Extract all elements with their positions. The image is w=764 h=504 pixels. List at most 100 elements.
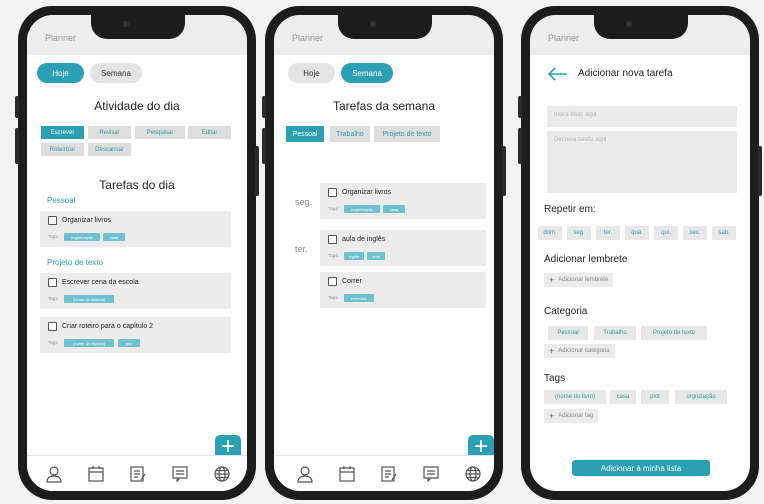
add-category-label: Adicionar categoria [558,348,610,354]
tab-trabalho[interactable]: Trabalho [330,126,370,142]
profile-icon[interactable] [296,465,314,483]
add-to-list-button[interactable]: Adicionar à minha lista [572,460,710,476]
tag: aula [367,252,385,260]
task-title: Correr [342,278,362,285]
task-checkbox[interactable] [48,216,57,225]
category-chip[interactable]: Pessoal [548,326,588,340]
reminder-label: Adicionar lembrete [544,254,628,265]
tag-chip[interactable]: orgnização [675,390,727,404]
activity-chip[interactable]: Editar [188,126,231,139]
side-button [518,128,522,164]
tags-label: Tags: [48,296,59,301]
activity-chip[interactable]: Revisar [88,126,131,139]
side-button [518,96,522,118]
tag: (nome da historia) [64,295,114,303]
side-button [262,96,266,118]
bottom-nav [27,455,247,491]
camera [370,21,376,27]
app-label: Planner [548,33,580,43]
add-tag-button[interactable]: + Adicionar tag [544,409,599,423]
camera [123,21,129,27]
task-checkbox[interactable] [328,188,337,197]
section-projeto: Projeto de texto [47,258,104,267]
category-chip[interactable]: Projeto de texto [641,326,707,340]
app-label: Planner [292,33,324,43]
day-chip[interactable]: qua. [625,226,649,240]
tab-hoje[interactable]: Hoje [37,63,84,83]
tag: inglês [344,252,364,260]
title-input[interactable]: Insira título aqui [547,106,737,127]
task-card[interactable]: Organizar livros Tags: organização casa [40,211,231,247]
bottom-nav [274,455,494,491]
screen: Planner Adicionar nova tarefa Insira tít… [530,15,750,491]
back-arrow-icon[interactable] [547,67,568,81]
add-reminder-label: Adicionar lembrete [558,277,609,283]
side-button [255,146,259,196]
add-tag-label: Adicionar tag [558,413,594,419]
tag: exercício [344,294,374,302]
tasks-title: Tarefas do dia [99,178,175,192]
tab-pessoal[interactable]: Pessoal [286,126,324,142]
tab-semana[interactable]: Semana [90,63,142,83]
profile-icon[interactable] [45,465,63,483]
task-checkbox[interactable] [328,235,337,244]
status-bar: Planner [530,15,750,55]
activity-chip[interactable]: Descansar [88,143,131,156]
section-pessoal: Pessoal [47,196,76,205]
category-label: Categoria [544,306,588,317]
tag-chip[interactable]: (nome do livro) [544,390,606,404]
plus-icon: + [549,346,555,356]
activity-chip[interactable]: Roteirizar [41,143,84,156]
tag: (nome da historia) [64,339,114,347]
tag-chip[interactable]: plot [641,390,669,404]
notes-icon[interactable] [380,465,398,483]
task-title: aula de inglês [342,236,386,243]
tab-projeto[interactable]: Projeto de texto [374,126,440,142]
chat-icon[interactable] [422,465,440,483]
day-label: seg. [295,197,313,207]
chat-icon[interactable] [171,465,189,483]
task-checkbox[interactable] [48,322,57,331]
day-chip[interactable]: qui. [654,226,678,240]
task-card[interactable]: aula de inglês Tags: inglês aula [320,230,486,266]
day-label: ter. [295,244,308,254]
task-card[interactable]: Correr Tags: exercício [320,272,486,308]
notes-icon[interactable] [129,465,147,483]
day-chip[interactable]: dom. [538,226,562,240]
tab-hoje[interactable]: Hoje [288,63,335,83]
day-chip[interactable]: seg. [567,226,591,240]
add-category-button[interactable]: + Adicionar categoria [544,344,615,358]
globe-icon[interactable] [213,465,231,483]
tags-section-label: Tags [544,373,566,384]
phone-daily: Planner Hoje Semana Atividade do dia Esc… [15,6,259,500]
notch [594,15,688,39]
task-checkbox[interactable] [328,277,337,286]
calendar-icon[interactable] [338,465,356,483]
task-title: Escrever cena da escola [62,279,139,286]
tag: casa [383,205,405,213]
task-card[interactable]: Criar roteiro para o capítulo 2 Tags: (n… [40,317,231,353]
tag: organização [64,233,100,241]
day-chip[interactable]: ter. [596,226,620,240]
activity-chip[interactable]: Escrever [41,126,84,139]
task-checkbox[interactable] [48,278,57,287]
tags-label: Tags: [328,295,339,300]
task-card[interactable]: Escrever cena da escola Tags: (nome da h… [40,273,231,309]
calendar-icon[interactable] [87,465,105,483]
task-card[interactable]: Organizar livros Tags: organização casa [320,183,486,219]
description-input[interactable]: Decreva tarefa aqui [547,131,737,193]
notch [338,15,432,39]
add-reminder-button[interactable]: + Adicionar lembrete [544,273,614,287]
tag-chip[interactable]: casa [610,390,636,404]
day-chip[interactable]: sab. [712,226,736,240]
globe-icon[interactable] [464,465,482,483]
plus-icon: + [549,275,555,285]
tags-label: Tags: [328,253,339,258]
notch [91,15,185,39]
category-chip[interactable]: Trabalho [594,326,636,340]
screen: Planner Hoje Semana Atividade do dia Esc… [27,15,247,491]
day-chip[interactable]: sex. [683,226,707,240]
tab-semana[interactable]: Semana [341,63,393,83]
page-title: Adicionar nova tarefa [578,68,673,79]
activity-chip[interactable]: Pesquisar [135,126,185,139]
